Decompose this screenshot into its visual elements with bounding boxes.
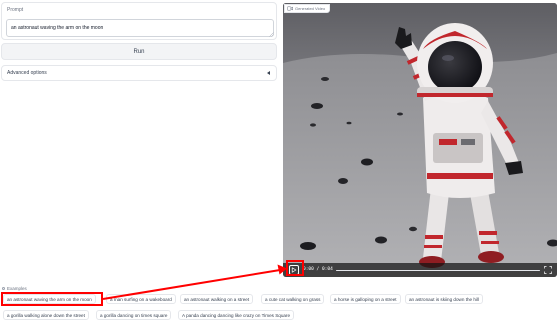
example-chip[interactable]: an astronaut is skiing down the hill — [405, 294, 483, 304]
advanced-options-accordion[interactable]: Advanced options — [1, 65, 277, 81]
caret-left-icon — [267, 71, 270, 75]
fullscreen-icon[interactable] — [544, 266, 552, 274]
prompt-label: Prompt — [7, 7, 24, 13]
video-controls: 0:00 / 0:04 — [283, 263, 557, 277]
run-button[interactable]: Run — [1, 43, 277, 60]
examples-header: Examples — [2, 286, 27, 291]
video-label-text: Generated Video — [295, 6, 326, 11]
prompt-panel: Prompt an astronaut waving the arm on th… — [1, 2, 277, 40]
video-seek-bar[interactable] — [336, 269, 540, 271]
example-chip[interactable]: an astronaut walking on a street — [180, 294, 254, 304]
app-page: Prompt an astronaut waving the arm on th… — [0, 0, 560, 327]
prompt-textarea[interactable]: an astronaut waving the arm on the moon — [6, 19, 274, 37]
video-camera-icon — [287, 6, 293, 11]
example-chip[interactable]: A panda dancing dancing like crazy on Ti… — [178, 310, 295, 320]
advanced-options-label: Advanced options — [7, 70, 47, 76]
play-highlight-box — [286, 260, 304, 276]
examples-label: Examples — [7, 286, 27, 291]
example-chip[interactable]: a man surfing on a wakeboard — [106, 294, 176, 304]
video-label-tag: Generated Video — [284, 4, 331, 13]
resize-grip-icon[interactable] — [269, 32, 274, 37]
example-chip[interactable]: a cute cat walking on grass — [261, 294, 325, 304]
example-highlight-box — [1, 292, 103, 306]
video-frame-astronaut-on-moon — [283, 3, 557, 277]
example-chip[interactable]: a gorilla dancing on times square — [96, 310, 172, 320]
video-time-display: 0:00 / 0:04 — [303, 267, 333, 272]
example-chip[interactable]: a horse is galloping on a street — [330, 294, 401, 304]
examples-icon — [2, 287, 5, 290]
example-chip[interactable]: a gorilla walking alone down the street — [3, 310, 89, 320]
video-player[interactable]: Generated Video 0:00 / 0:04 — [283, 3, 557, 277]
